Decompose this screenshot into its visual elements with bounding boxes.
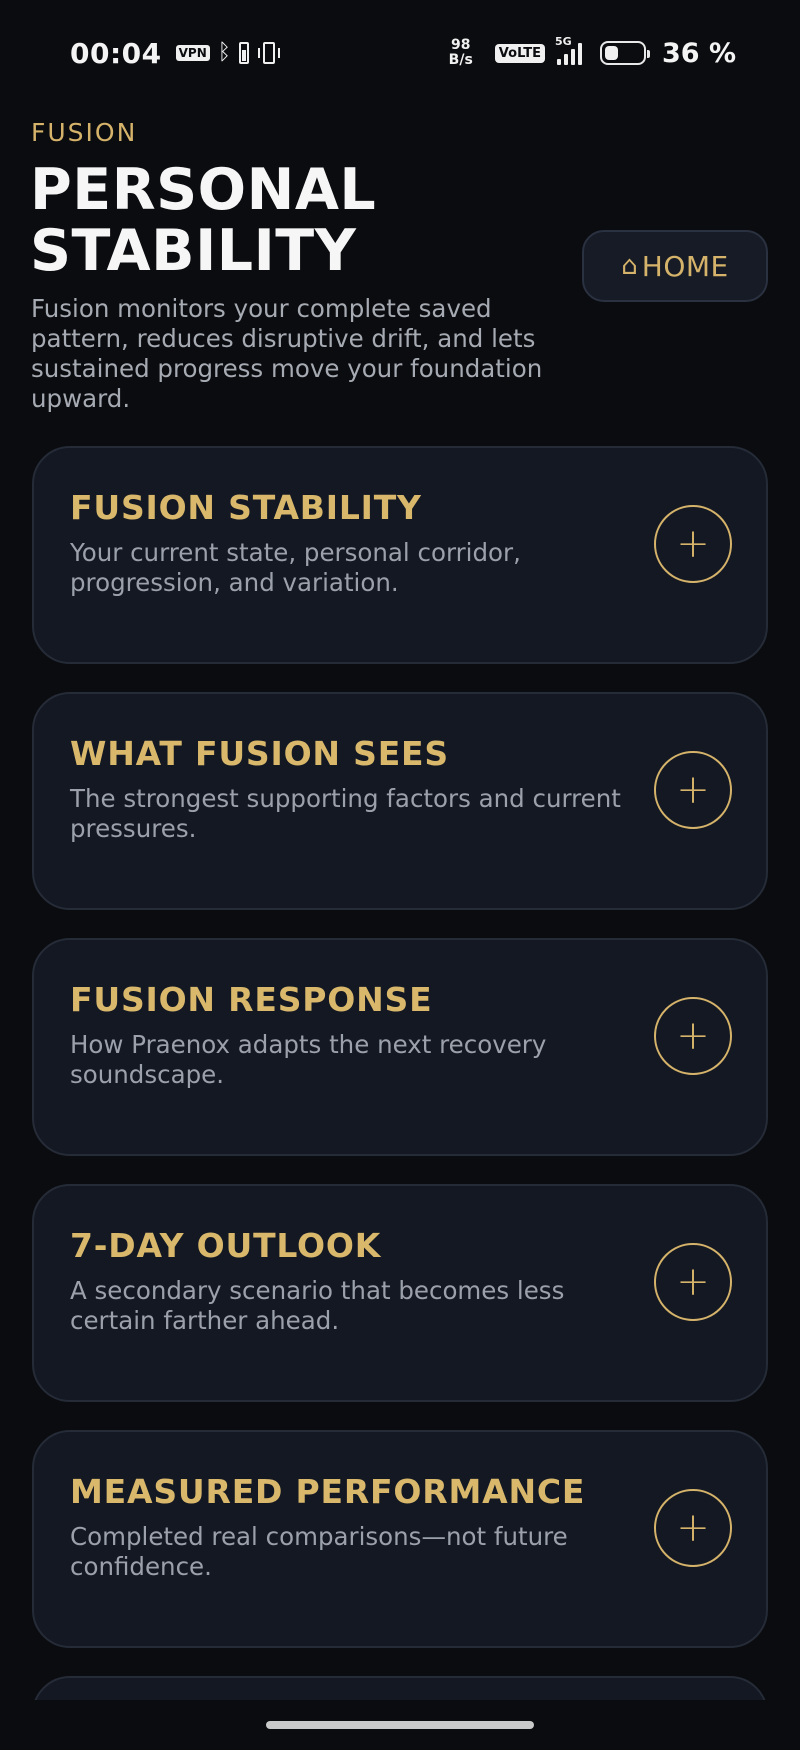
card-description: Completed real comparisons—not future co… [70,1522,568,1581]
card-description: The strongest supporting factors and cur… [70,784,621,843]
expand-plus-icon[interactable]: + [654,1243,732,1321]
expand-plus-icon[interactable]: + [654,1489,732,1567]
card-title: WHAT FUSION SEES [70,734,449,773]
battery-percent: 36 % [661,37,736,69]
card-description: A secondary scenario that becomes less c… [70,1276,565,1335]
expand-plus-icon[interactable]: + [654,505,732,583]
card-description: How Praenox adapts the next recovery sou… [70,1030,547,1089]
bluetooth-icon: ᛒ [217,40,231,65]
status-bar-left: 00:04 VPN ᛒ [70,36,280,70]
card-title: 7-DAY OUTLOOK [70,1226,382,1265]
network-speed-value: 98 [450,37,471,53]
card-title: FUSION STABILITY [70,488,422,527]
status-time: 00:04 [70,36,162,70]
bluetooth-battery-icon [238,42,249,64]
card-title: MEASURED PERFORMANCE [70,1472,586,1511]
card-fusion-stability[interactable]: FUSION STABILITY Your current state, per… [32,446,768,664]
card-description: Your current state, personal corridor, p… [70,538,521,597]
section-eyebrow: FUSION [31,118,138,147]
status-bar: 00:04 VPN ᛒ 98 B/s VoLTE 5G 36 % [70,30,736,76]
vibrate-icon [257,42,280,64]
page-title: PERSONAL STABILITY [30,157,377,284]
vpn-icon: VPN [175,45,210,61]
card-title: FUSION RESPONSE [70,980,433,1019]
signal-icon: 5G [555,35,582,65]
signal-bar [556,59,561,65]
home-button[interactable]: ⌂ HOME [582,230,768,302]
volte-icon: VoLTE [494,43,545,63]
card-7-day-outlook[interactable]: 7-DAY OUTLOOK A secondary scenario that … [32,1184,768,1402]
network-speed-unit: B/s [448,52,473,68]
card-fusion-response[interactable]: FUSION RESPONSE How Praenox adapts the n… [32,938,768,1156]
signal-bar [577,43,582,65]
home-button-label: HOME [641,249,729,283]
card-what-fusion-sees[interactable]: WHAT FUSION SEES The strongest supportin… [32,692,768,910]
home-icon: ⌂ [621,251,638,281]
section-list: FUSION STABILITY Your current state, per… [32,446,768,1750]
network-speed: 98 B/s [449,38,473,68]
expand-plus-icon[interactable]: + [654,997,732,1075]
signal-bar [563,54,568,65]
screen: 00:04 VPN ᛒ 98 B/s VoLTE 5G 36 % FUSION … [0,0,800,1750]
page-description: Fusion monitors your complete saved patt… [31,294,543,413]
battery-icon [599,41,650,65]
gesture-home-indicator[interactable] [266,1721,534,1729]
signal-bar [570,49,575,65]
network-type-label: 5G [554,35,572,48]
card-measured-performance[interactable]: MEASURED PERFORMANCE Completed real comp… [32,1430,768,1648]
expand-plus-icon[interactable]: + [654,751,732,829]
status-bar-right: 98 B/s VoLTE 5G 36 % [449,35,736,69]
battery-fill [604,46,618,60]
